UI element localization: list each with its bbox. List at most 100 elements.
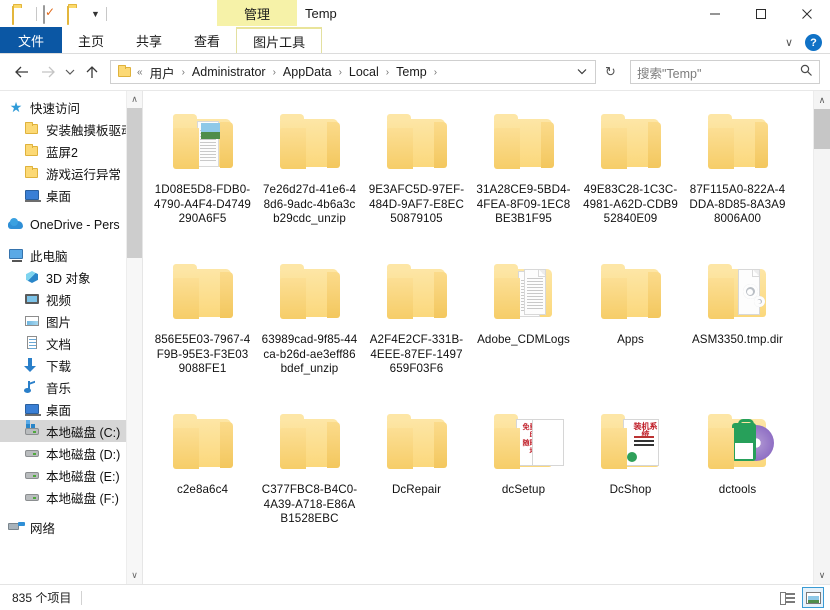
- explorer-body: ★ 快速访问 安装触摸板驱动 蓝屏2 游戏运行异常 桌面 OneDrive - Pers 此电…: [0, 90, 830, 584]
- sidebar-item-4[interactable]: 桌面: [0, 184, 142, 206]
- file-item[interactable]: ASM3350.tmp.dir: [684, 253, 791, 403]
- sidebar-item-6[interactable]: 此电脑: [0, 244, 142, 266]
- address-dropdown-icon[interactable]: [577, 67, 591, 78]
- sidebar-item-0[interactable]: ★ 快速访问: [0, 96, 142, 118]
- tab-picture-tools[interactable]: 图片工具: [236, 27, 323, 53]
- music-icon: [24, 379, 40, 395]
- sidebar-item-label: 桌面: [46, 403, 72, 418]
- search-icon[interactable]: [800, 64, 813, 80]
- sidebar-item-11[interactable]: 下载: [0, 354, 142, 376]
- doc-icon: [24, 335, 40, 351]
- refresh-button[interactable]: ↻: [598, 60, 624, 84]
- sidebar-item-12[interactable]: 音乐: [0, 376, 142, 398]
- sidebar-item-15[interactable]: 本地磁盘 (D:): [0, 442, 142, 464]
- file-item[interactable]: 免费打印随时随地 dcSetup: [470, 403, 577, 553]
- sidebar-item-9[interactable]: 图片: [0, 310, 142, 332]
- status-bar: 835 个项目: [0, 584, 830, 610]
- file-list-view[interactable]: 1D08E5D8-FDB0-4790-A4F4-D4749290A6F5 7e26…: [143, 91, 830, 584]
- folder-icon[interactable]: [12, 6, 30, 25]
- file-item[interactable]: 63989cad-9f85-44ca-b26d-ae3eff86bdef_unz…: [256, 253, 363, 403]
- breadcrumb-overflow[interactable]: «: [136, 67, 144, 78]
- breadcrumb-appdata[interactable]: AppData: [280, 65, 335, 79]
- sidebar-item-16[interactable]: 本地磁盘 (E:): [0, 464, 142, 486]
- sidebar-item-13[interactable]: 桌面: [0, 398, 142, 420]
- contextual-tab-manage[interactable]: 管理: [217, 0, 297, 26]
- breadcrumb-administrator[interactable]: Administrator: [189, 65, 269, 79]
- toolbar-divider: [105, 7, 107, 21]
- navigation-pane: ★ 快速访问 安装触摸板驱动 蓝屏2 游戏运行异常 桌面 OneDrive - Pers 此电…: [0, 91, 143, 584]
- sidebar-scroll-thumb[interactable]: [127, 108, 142, 258]
- help-button[interactable]: ?: [805, 34, 822, 51]
- large-icons-view-button[interactable]: [802, 587, 824, 608]
- breadcrumb-separator[interactable]: ›: [181, 67, 186, 78]
- properties-icon[interactable]: [43, 5, 61, 24]
- details-view-button[interactable]: [776, 587, 798, 608]
- file-item[interactable]: c2e8a6c4: [149, 403, 256, 553]
- file-item[interactable]: Adobe_CDMLogs: [470, 253, 577, 403]
- scroll-down-icon[interactable]: ∨: [127, 567, 142, 584]
- breadcrumb-separator[interactable]: ›: [385, 67, 390, 78]
- minimize-button[interactable]: [692, 0, 738, 28]
- file-item[interactable]: dctools: [684, 403, 791, 553]
- sidebar-item-14[interactable]: 本地磁盘 (C:): [0, 420, 142, 442]
- scroll-up-icon[interactable]: ∧: [127, 91, 142, 108]
- file-explorer-window: ▼ 管理 Temp 文件 主页 共享 查看 图片工具 ∨ ?: [0, 0, 830, 610]
- sidebar-item-17[interactable]: 本地磁盘 (F:): [0, 486, 142, 508]
- breadcrumb-temp[interactable]: Temp: [393, 65, 430, 79]
- toolbar-divider: [36, 7, 37, 21]
- file-item[interactable]: C377FBC8-B4C0-4A39-A718-E86AB1528EBC: [256, 403, 363, 553]
- collapse-ribbon-icon[interactable]: ∨: [785, 36, 793, 49]
- file-item[interactable]: 7e26d27d-41e6-48d6-9adc-4b6a3cb29cdc_unz…: [256, 103, 363, 253]
- folder-icon: [274, 261, 346, 327]
- new-folder-icon[interactable]: [67, 6, 85, 25]
- sidebar-item-18[interactable]: 网络: [0, 516, 142, 538]
- file-name-label: DcRepair: [391, 483, 442, 496]
- back-button[interactable]: [10, 60, 34, 84]
- file-item[interactable]: 1D08E5D8-FDB0-4790-A4F4-D4749290A6F5: [149, 103, 256, 253]
- file-item[interactable]: 49E83C28-1C3C-4981-A62D-CDB952840E09: [577, 103, 684, 253]
- search-input[interactable]: 搜索"Temp": [637, 63, 800, 82]
- tab-share[interactable]: 共享: [120, 27, 178, 53]
- maximize-button[interactable]: [738, 0, 784, 28]
- breadcrumb-local[interactable]: Local: [346, 65, 382, 79]
- file-item[interactable]: 9E3AFC5D-97EF-484D-9AF7-E8EC50879105: [363, 103, 470, 253]
- file-item[interactable]: 87F115A0-822A-4DDA-8D85-8A3A98006A00: [684, 103, 791, 253]
- sidebar-item-8[interactable]: 视频: [0, 288, 142, 310]
- breadcrumb-separator[interactable]: ›: [433, 67, 438, 78]
- breadcrumb-separator[interactable]: ›: [272, 67, 277, 78]
- file-item[interactable]: A2F4E2CF-331B-4EEE-87EF-1497659F03F6: [363, 253, 470, 403]
- sidebar-item-1[interactable]: 安装触摸板驱动: [0, 118, 142, 140]
- forward-button[interactable]: [36, 60, 60, 84]
- up-button[interactable]: [80, 60, 104, 84]
- content-scrollbar[interactable]: ∧ ∨: [813, 91, 830, 584]
- folder-icon: [595, 111, 667, 177]
- content-scroll-thumb[interactable]: [814, 109, 830, 149]
- tab-view[interactable]: 查看: [178, 27, 236, 53]
- sidebar-scrollbar[interactable]: ∧ ∨: [126, 91, 142, 584]
- file-item[interactable]: DcRepair: [363, 403, 470, 553]
- view-mode-buttons: [776, 587, 824, 608]
- breadcrumb-users[interactable]: 用户: [147, 63, 178, 82]
- sidebar-item-10[interactable]: 文档: [0, 332, 142, 354]
- folder-icon: [117, 64, 133, 80]
- file-item[interactable]: Apps: [577, 253, 684, 403]
- tab-file[interactable]: 文件: [0, 27, 63, 53]
- scroll-down-icon[interactable]: ∨: [814, 566, 830, 584]
- breadcrumb-separator[interactable]: ›: [338, 67, 343, 78]
- breadcrumb-address-field[interactable]: « 用户 › Administrator › AppData › Local ›…: [110, 60, 596, 84]
- sidebar-item-2[interactable]: 蓝屏2: [0, 140, 142, 162]
- file-item[interactable]: 31A28CE9-5BD4-4FEA-8F09-1EC8BE3B1F95: [470, 103, 577, 253]
- sidebar-item-7[interactable]: 3D 对象: [0, 266, 142, 288]
- sidebar-item-3[interactable]: 游戏运行异常: [0, 162, 142, 184]
- scroll-up-icon[interactable]: ∧: [814, 91, 830, 109]
- sidebar-item-5[interactable]: OneDrive - Pers: [0, 214, 142, 236]
- chevron-down-icon[interactable]: ▼: [91, 9, 100, 19]
- status-divider: [81, 590, 83, 605]
- recent-locations-button[interactable]: [62, 60, 78, 84]
- tab-home[interactable]: 主页: [62, 27, 120, 53]
- file-item[interactable]: 856E5E03-7967-4F9B-95E3-F3E039088FE1: [149, 253, 256, 403]
- close-button[interactable]: [784, 0, 830, 28]
- file-grid: 1D08E5D8-FDB0-4790-A4F4-D4749290A6F5 7e26…: [143, 91, 830, 553]
- file-item[interactable]: 装机系统 DcShop: [577, 403, 684, 553]
- search-box[interactable]: 搜索"Temp": [630, 60, 820, 84]
